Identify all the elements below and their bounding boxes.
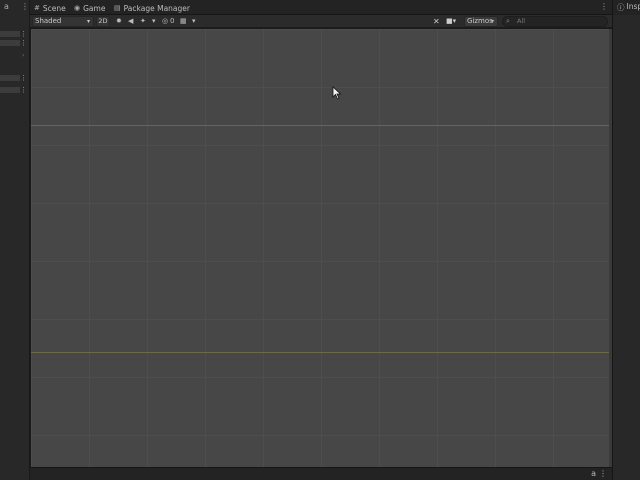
more-menu-icon[interactable]: ⋮ <box>20 86 27 94</box>
camera-icon[interactable]: ■▾ <box>446 16 456 27</box>
more-menu-icon[interactable]: ⋮ <box>20 74 27 82</box>
inspector-panel: ⓘ Inspe <box>612 0 640 480</box>
editor-tab-bar: # Scene ◉ Game ▤ Package Manager ⋮ <box>30 0 612 15</box>
shading-mode-dropdown[interactable]: Shaded ▾ <box>32 16 94 27</box>
gamepad-icon: ◉ <box>74 4 81 12</box>
tab-package-manager[interactable]: ▤ Package Manager <box>114 2 190 14</box>
tab-game[interactable]: ◉ Game <box>74 2 105 14</box>
more-menu-icon[interactable]: ⋮ <box>21 2 29 11</box>
hierarchy-row[interactable]: ⋮ <box>0 39 30 47</box>
more-menu-icon[interactable]: ⋮ <box>599 469 607 478</box>
tab-scene[interactable]: # Scene <box>34 2 66 14</box>
hierarchy-row[interactable]: ⋮ <box>0 74 30 82</box>
tab-inspector-label: Inspe <box>626 2 640 11</box>
mouse-cursor-icon <box>332 86 342 100</box>
more-menu-icon[interactable]: ⋮ <box>20 39 27 47</box>
chevron-down-icon[interactable]: ▾ <box>152 16 156 27</box>
chevron-down-icon[interactable]: ▾ <box>192 16 196 27</box>
inspector-content <box>613 15 640 480</box>
visibility-icon[interactable]: ◎ <box>162 16 168 27</box>
status-bar: a ⋮ <box>30 467 612 480</box>
hash-icon: # <box>34 4 40 12</box>
scene-viewport[interactable] <box>31 29 612 467</box>
search-icon: ⌕ <box>506 17 510 25</box>
lock-icon[interactable]: a <box>591 469 596 478</box>
info-icon: ⓘ <box>617 3 625 12</box>
chevron-down-icon: ▾ <box>86 18 90 25</box>
search-input[interactable]: ⌕ All <box>502 16 608 27</box>
x-axis-line <box>31 125 612 126</box>
search-placeholder: All <box>517 17 526 25</box>
z-axis-line <box>31 352 612 353</box>
audio-icon[interactable]: ◀ <box>128 16 133 27</box>
shading-mode-label: Shaded <box>35 17 62 25</box>
effects-icon[interactable]: ✦ <box>140 16 146 27</box>
tab-inspector[interactable]: ⓘ Inspe <box>617 2 640 13</box>
chevron-right-icon[interactable]: › <box>22 52 24 59</box>
hierarchy-row[interactable]: ⋮ <box>0 30 30 38</box>
scene-toolbar: Shaded ▾ 2D ✹ ◀ ✦ ▾ ◎ 0 ▦ ▾ ✕ ■▾ Gizmos … <box>30 15 612 28</box>
tools-icon[interactable]: ✕ <box>433 16 440 27</box>
hierarchy-panel: a ⋮ ⋮ ⋮ › ⋮ ⋮ <box>0 0 30 480</box>
tab-scene-label: Scene <box>42 3 66 13</box>
tab-game-label: Game <box>83 3 106 13</box>
more-menu-icon[interactable]: ⋮ <box>20 30 27 38</box>
more-menu-icon[interactable]: ⋮ <box>600 2 608 11</box>
2d-toggle-button[interactable]: 2D <box>96 16 110 27</box>
grid-icon[interactable]: ▦ <box>180 16 187 27</box>
lock-icon[interactable]: a <box>4 2 9 11</box>
light-bulb-icon[interactable]: ✹ <box>116 16 122 27</box>
tab-package-manager-label: Package Manager <box>123 3 190 13</box>
chevron-down-icon[interactable]: ▾ <box>491 16 494 27</box>
gizmos-label: Gizmos <box>467 17 493 25</box>
package-icon: ▤ <box>114 4 121 12</box>
hierarchy-row[interactable]: ⋮ <box>0 86 30 94</box>
layers-count-icon[interactable]: 0 <box>170 16 174 27</box>
